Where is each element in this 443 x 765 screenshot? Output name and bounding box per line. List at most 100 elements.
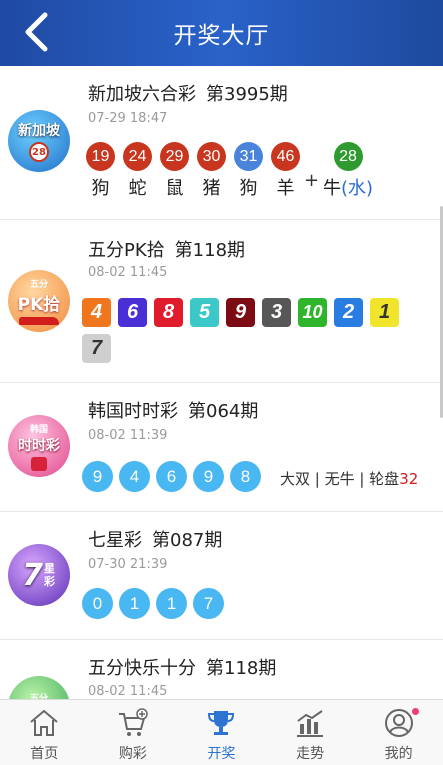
trend-chart-icon — [293, 706, 327, 740]
lottery-item-korea-ssc[interactable]: 韩国 时时彩 韩国时时彩 第064期 08-02 11:39 9 4 6 9 8 … — [0, 383, 443, 512]
lottery-issue: 第064期 — [188, 401, 259, 422]
result-ball: 9 — [82, 461, 113, 492]
draw-time: 08-02 11:45 — [88, 265, 168, 280]
zodiac-label: 狗 — [91, 178, 110, 199]
tab-home[interactable]: 首页 — [0, 700, 89, 765]
cart-icon — [116, 706, 150, 740]
zodiac-label: 猪 — [202, 178, 221, 199]
result-square: 6 — [118, 298, 147, 327]
result-ball-3: 29 鼠 — [156, 142, 193, 199]
lottery-title: 五分快乐十分 第118期 — [88, 654, 276, 680]
result-square: 9 — [226, 298, 255, 327]
tab-label: 走势 — [296, 746, 325, 762]
ball-number: 19 — [86, 142, 115, 171]
logo-text: 7 — [22, 557, 43, 593]
zodiac-label: 牛(水) — [323, 179, 373, 199]
qixingcai-lottery-logo: 7 星彩 — [8, 544, 70, 606]
ball-number: 31 — [234, 142, 263, 171]
logo-subtext: 五分 — [29, 280, 48, 290]
result-balls: 9 4 6 9 8 — [82, 461, 267, 492]
result-ball: 9 — [193, 461, 224, 492]
lottery-title: 五分PK拾 第118期 — [88, 236, 245, 262]
page-title: 开奖大厅 — [173, 23, 270, 49]
lottery-name: 七星彩 — [88, 530, 142, 551]
lottery-item-happy10[interactable]: 五分 快乐 五分快乐十分第118期 08-02 11:45 — [0, 640, 443, 699]
lottery-name: 五分PK拾 — [88, 240, 165, 261]
lottery-issue: 第3995期 — [206, 84, 288, 105]
result-ball-6: 46 羊 — [267, 142, 304, 199]
singapore-lottery-logo: 新加坡 28 — [8, 110, 70, 172]
result-ball: 4 — [119, 461, 150, 492]
result-ball-1: 19 狗 — [82, 142, 119, 199]
lottery-name: 新加坡六合彩 — [88, 84, 196, 105]
logo-text: 新加坡 — [18, 123, 60, 139]
result-ball: 1 — [119, 588, 150, 619]
result-square: 1 — [370, 298, 399, 327]
lottery-item-pk10[interactable]: 五分 PK拾 五分PK拾 第118期 08-02 11:45 4 6 8 5 9 … — [0, 220, 443, 383]
result-ball: 0 — [82, 588, 113, 619]
tab-buy[interactable]: 购彩 — [89, 700, 178, 765]
ball-number: 24 — [123, 142, 152, 171]
lottery-name: 五分快乐十分 — [88, 658, 196, 679]
dice-icon — [31, 456, 47, 471]
notification-dot — [411, 708, 419, 715]
happy10-lottery-logo: 五分 快乐 — [8, 676, 70, 699]
ball-number: 29 — [160, 142, 189, 171]
special-zodiac: 牛 — [322, 178, 341, 199]
result-ball: 6 — [156, 461, 187, 492]
logo-subtext: 星彩 — [43, 562, 55, 588]
result-ball-5: 31 狗 — [230, 142, 267, 199]
lottery-list[interactable]: 新加坡 28 新加坡六合彩 第3995期 07-29 18:47 19 狗 24 蛇 … — [0, 66, 443, 699]
lottery-title: 新加坡六合彩 第3995期 — [88, 80, 288, 106]
result-ball-2: 24 蛇 — [119, 142, 156, 199]
tab-label: 我的 — [384, 746, 413, 762]
zodiac-label: 狗 — [239, 178, 258, 199]
draw-time: 07-29 18:47 — [88, 111, 168, 126]
special-ball: 28 牛(水) — [318, 142, 378, 199]
result-squares: 4 6 8 5 9 3 10 2 1 7 — [82, 298, 412, 363]
result-square: 2 — [334, 298, 363, 327]
special-element: (水) — [340, 178, 374, 199]
bottom-tab-bar: 首页 购彩 开奖 走势 我的 — [0, 699, 443, 765]
draw-time: 07-30 21:39 — [88, 557, 168, 572]
ball-number: 46 — [271, 142, 300, 171]
korea-ssc-lottery-logo: 韩国 时时彩 — [8, 415, 70, 477]
result-ball: 1 — [156, 588, 187, 619]
zodiac-label: 鼠 — [165, 178, 184, 199]
result-ball-4: 30 猪 — [193, 142, 230, 199]
lottery-title: 七星彩 第087期 — [88, 526, 222, 552]
trophy-icon — [204, 706, 238, 740]
result-summary: 大双 | 无牛 | 轮盘32 — [280, 468, 418, 489]
logo-text: PK拾 — [17, 295, 61, 315]
tab-draw[interactable]: 开奖 — [177, 700, 266, 765]
result-square: 4 — [82, 298, 111, 327]
ball-number: 30 — [197, 142, 226, 171]
result-ball: 8 — [230, 461, 261, 492]
roulette-value: 32 — [399, 470, 419, 488]
tab-label: 首页 — [30, 746, 59, 762]
zodiac-label: 蛇 — [128, 178, 147, 199]
tab-label: 开奖 — [207, 746, 236, 762]
lottery-name: 韩国时时彩 — [88, 401, 178, 422]
result-square: 7 — [82, 334, 111, 363]
lottery-issue: 第118期 — [206, 658, 277, 679]
result-balls: 19 狗 24 蛇 29 鼠 30 猪 31 狗 46 羊 + 28 牛(水) — [82, 142, 378, 199]
tab-trend[interactable]: 走势 — [266, 700, 355, 765]
logo-text: 时时彩 — [18, 437, 60, 454]
result-balls: 0 1 1 7 — [82, 588, 230, 619]
home-icon — [27, 706, 61, 740]
back-button[interactable] — [14, 10, 58, 54]
lottery-item-singapore[interactable]: 新加坡 28 新加坡六合彩 第3995期 07-29 18:47 19 狗 24 蛇 … — [0, 66, 443, 220]
result-square: 5 — [190, 298, 219, 327]
zodiac-label: 羊 — [276, 178, 295, 199]
logo-subtext: 五分 — [29, 693, 48, 700]
draw-time: 08-02 11:39 — [88, 428, 168, 443]
summary-text: 大双 | 无牛 | 轮盘 — [280, 470, 400, 488]
tab-mine[interactable]: 我的 — [354, 700, 443, 765]
lottery-issue: 第118期 — [174, 240, 246, 261]
race-car-icon — [18, 317, 59, 325]
result-square: 10 — [298, 298, 327, 327]
result-square: 8 — [154, 298, 183, 327]
lottery-item-qixingcai[interactable]: 7 星彩 七星彩 第087期 07-30 21:39 0 1 1 7 — [0, 512, 443, 640]
lottery-title: 韩国时时彩 第064期 — [88, 397, 258, 423]
